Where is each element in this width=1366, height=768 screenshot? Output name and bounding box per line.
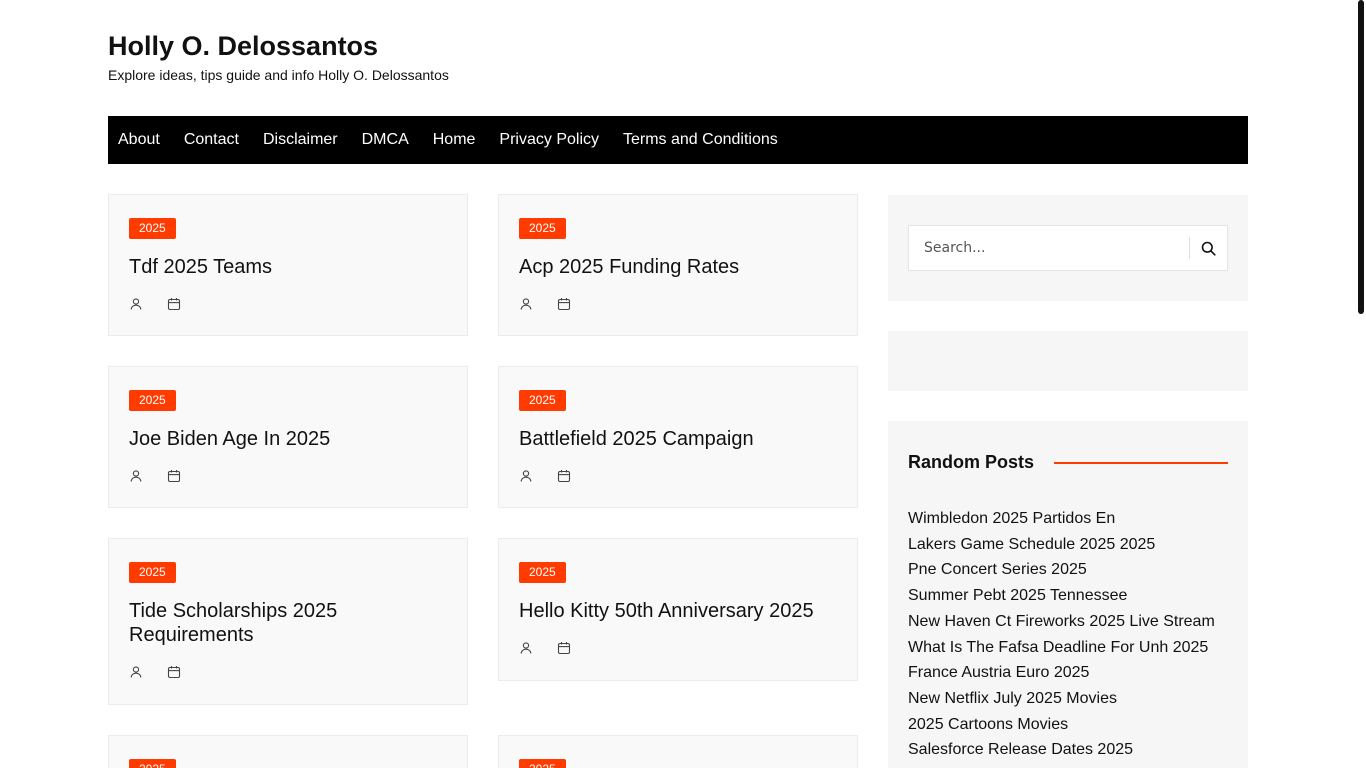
search-button[interactable]: [1190, 226, 1227, 270]
search-form: [908, 225, 1228, 271]
random-post-link[interactable]: Salesforce Release Dates 2025: [908, 737, 1215, 763]
post-title[interactable]: Acp 2025 Funding Rates: [519, 255, 837, 279]
title-underline: [1054, 461, 1228, 464]
nav-item-home[interactable]: Home: [433, 131, 476, 149]
random-post-link[interactable]: New Netflix July 2025 Movies: [908, 686, 1215, 712]
random-posts-widget: Random Posts Wimbledon 2025 Partidos En …: [888, 421, 1248, 768]
post-title[interactable]: Battlefield 2025 Campaign: [519, 427, 837, 451]
calendar-icon[interactable]: [557, 297, 571, 311]
category-badge[interactable]: 2025: [129, 562, 176, 583]
widget-title: Random Posts: [908, 452, 1035, 472]
category-badge[interactable]: 2025: [519, 759, 566, 768]
post-title[interactable]: Joe Biden Age In 2025: [129, 427, 447, 451]
nav-item-dmca[interactable]: DMCA: [362, 131, 409, 149]
post-meta: [129, 665, 447, 679]
empty-widget: [888, 331, 1248, 391]
post-title[interactable]: Hello Kitty 50th Anniversary 2025: [519, 599, 837, 623]
post-meta: [129, 297, 447, 311]
random-post-link[interactable]: New Haven Ct Fireworks 2025 Live Stream: [908, 609, 1215, 635]
post-meta: [129, 469, 447, 483]
random-post-link[interactable]: What Is The Fafsa Deadline For Unh 2025: [908, 635, 1215, 661]
post-meta: [519, 469, 837, 483]
random-post-link[interactable]: Pne Concert Series 2025: [908, 557, 1215, 583]
calendar-icon[interactable]: [167, 297, 181, 311]
page-scrollbar-thumb[interactable]: [1358, 0, 1364, 314]
category-badge[interactable]: 2025: [519, 562, 566, 583]
search-input[interactable]: [909, 226, 1189, 270]
random-post-link[interactable]: Wimbledon 2025 Partidos En: [908, 506, 1215, 532]
post-card: 2025: [498, 735, 858, 768]
main-navigation: About Contact Disclaimer DMCA Home Priva…: [108, 116, 1248, 164]
category-badge[interactable]: 2025: [519, 218, 566, 239]
post-title[interactable]: Tdf 2025 Teams: [129, 255, 447, 279]
random-post-link[interactable]: 2025 Cartoons Movies: [908, 712, 1215, 738]
search-widget: [888, 195, 1248, 301]
random-post-link[interactable]: France Austria Euro 2025: [908, 660, 1215, 686]
calendar-icon[interactable]: [167, 665, 181, 679]
user-icon[interactable]: [129, 665, 143, 679]
nav-item-disclaimer[interactable]: Disclaimer: [263, 131, 338, 149]
post-title[interactable]: Tide Scholarships 2025 Requirements: [129, 599, 447, 647]
post-card: 2025: [108, 735, 468, 768]
post-card: 2025 Tdf 2025 Teams: [108, 194, 468, 336]
nav-item-privacy-policy[interactable]: Privacy Policy: [499, 131, 599, 149]
calendar-icon[interactable]: [557, 469, 571, 483]
site-tagline: Explore ideas, tips guide and info Holly…: [108, 67, 449, 83]
user-icon[interactable]: [519, 469, 533, 483]
random-posts-list: Wimbledon 2025 Partidos En Lakers Game S…: [908, 506, 1215, 763]
nav-item-about[interactable]: About: [118, 131, 160, 149]
post-card: 2025 Joe Biden Age In 2025: [108, 366, 468, 508]
calendar-icon[interactable]: [167, 469, 181, 483]
category-badge[interactable]: 2025: [129, 759, 176, 768]
post-card: 2025 Hello Kitty 50th Anniversary 2025: [498, 538, 858, 681]
post-card: 2025 Tide Scholarships 2025 Requirements: [108, 538, 468, 705]
site-title[interactable]: Holly O. Delossantos: [108, 30, 449, 62]
nav-item-contact[interactable]: Contact: [184, 131, 239, 149]
widget-header: Random Posts: [908, 452, 1228, 473]
site-header: Holly O. Delossantos Explore ideas, tips…: [108, 30, 449, 83]
category-badge[interactable]: 2025: [129, 390, 176, 411]
search-icon: [1201, 241, 1216, 256]
post-card: 2025 Battlefield 2025 Campaign: [498, 366, 858, 508]
user-icon[interactable]: [129, 469, 143, 483]
user-icon[interactable]: [129, 297, 143, 311]
post-card: 2025 Acp 2025 Funding Rates: [498, 194, 858, 336]
random-post-link[interactable]: Lakers Game Schedule 2025 2025: [908, 532, 1215, 558]
category-badge[interactable]: 2025: [519, 390, 566, 411]
category-badge[interactable]: 2025: [129, 218, 176, 239]
post-meta: [519, 641, 837, 655]
random-post-link[interactable]: Summer Pebt 2025 Tennessee: [908, 583, 1215, 609]
nav-item-terms-and-conditions[interactable]: Terms and Conditions: [623, 131, 778, 149]
post-meta: [519, 297, 837, 311]
user-icon[interactable]: [519, 641, 533, 655]
user-icon[interactable]: [519, 297, 533, 311]
calendar-icon[interactable]: [557, 641, 571, 655]
